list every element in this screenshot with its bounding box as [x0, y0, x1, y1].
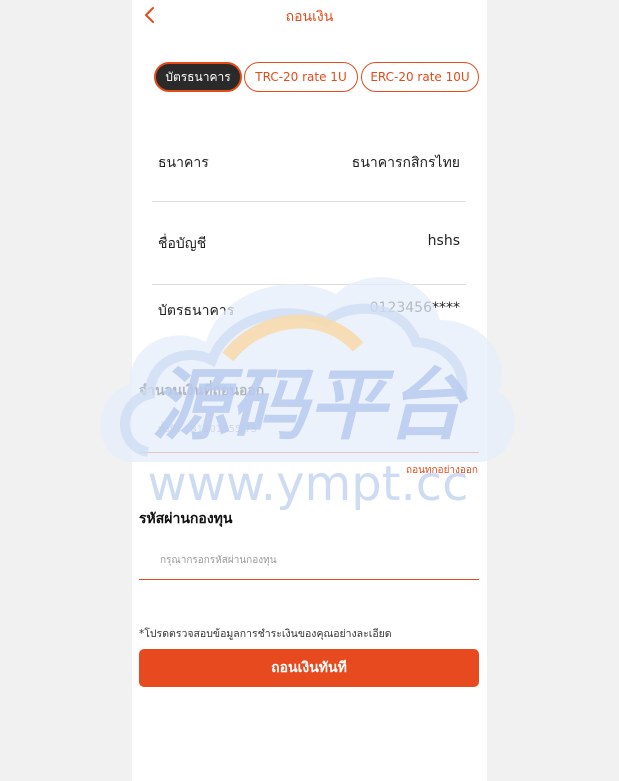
- card-number-value: 0123456****: [369, 300, 460, 316]
- tab-erc20[interactable]: ERC-20 rate 10U: [361, 62, 479, 92]
- card-number-label: บัตรธนาคาร: [158, 303, 235, 319]
- withdraw-screen: ถอนเงิน บัตรธนาคาร TRC-20 rate 1U ERC-20…: [132, 0, 487, 781]
- tab-trc20[interactable]: TRC-20 rate 1U: [244, 62, 358, 92]
- withdraw-now-button[interactable]: ถอนเงินทันที: [139, 649, 479, 687]
- bank-value: ธนาคารกสิกรไทย: [351, 155, 460, 171]
- amount-underline: [139, 452, 479, 453]
- page-title: ถอนเงิน: [285, 9, 334, 25]
- password-underline: [139, 579, 479, 580]
- password-title: รหัสผ่านกองทุน: [139, 511, 233, 527]
- divider: [152, 284, 466, 285]
- verify-note: *โปรดตรวจสอบข้อมูลการชำระเงินของคุณอย่าง…: [139, 628, 392, 640]
- amount-title: จำนวนเงินที่ถอนออก: [139, 383, 265, 399]
- amount-input[interactable]: ทั้งปัง : ฿1101555.75: [158, 422, 257, 437]
- bank-label: ธนาคาร: [158, 155, 209, 171]
- top-bar: ถอนเงิน: [132, 0, 487, 34]
- fund-password-input[interactable]: [158, 550, 462, 570]
- withdraw-all-link[interactable]: ถอนทุกอย่างออก: [406, 463, 478, 478]
- tab-bank-card[interactable]: บัตรธนาคาร: [154, 62, 242, 92]
- divider: [152, 201, 466, 202]
- account-name-value: hshs: [427, 233, 460, 249]
- payment-method-tabs: บัตรธนาคาร TRC-20 rate 1U ERC-20 rate 10…: [154, 62, 479, 94]
- account-name-label: ชื่อบัญชี: [158, 236, 207, 252]
